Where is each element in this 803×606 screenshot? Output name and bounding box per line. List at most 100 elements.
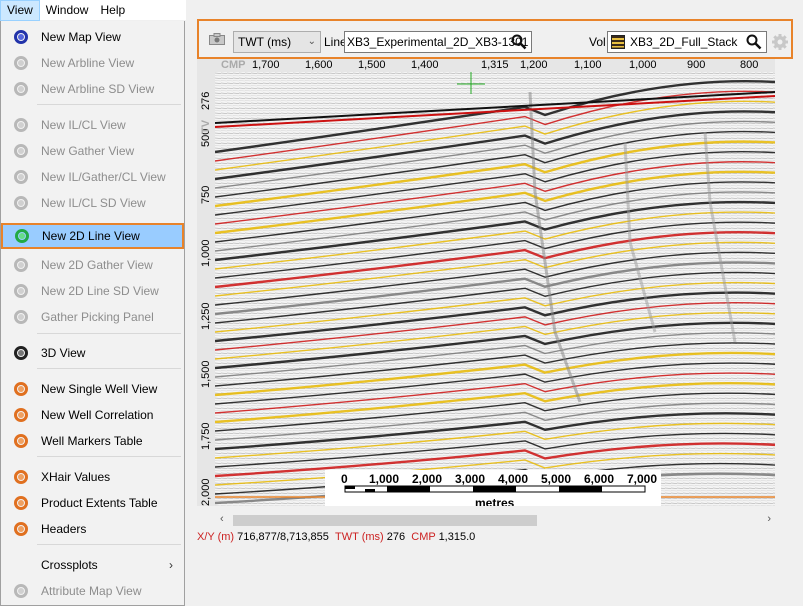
status-xy-label: X/Y (m) [197, 531, 235, 543]
chevron-right-icon: › [169, 558, 173, 572]
cmp-tick: 1,500 [358, 59, 386, 71]
vol-label: Vol [589, 35, 606, 49]
menu-item-new-ilcl-view[interactable]: New IL/CL View [2, 112, 183, 138]
menu-item-label: Crossplots [41, 558, 98, 572]
attribute-map-icon [12, 582, 30, 600]
volume-field-value: XB3_2D_Full_Stack [630, 35, 738, 49]
menu-item-new-single-well-view[interactable]: New Single Well View [2, 376, 183, 402]
menu-item-label: New IL/CL View [41, 118, 126, 132]
menu-item-label: Attribute Map View [41, 584, 142, 598]
gather-view-icon [12, 142, 30, 160]
status-twt-label: TWT (ms) [335, 531, 384, 543]
blank-icon [12, 556, 30, 574]
scroll-left-icon[interactable]: ‹ [220, 513, 224, 525]
scroll-right-icon[interactable]: › [767, 513, 771, 525]
scale-tick: 4,000 [498, 472, 529, 486]
status-bar: X/Y (m) 716,877/8,713,855 TWT (ms) 276 C… [197, 530, 793, 544]
menu-item-label: New Arbline View [41, 56, 135, 70]
cmp-tick: 1,100 [574, 59, 602, 71]
menu-item-well-markers-table[interactable]: Well Markers Table [2, 428, 183, 454]
scale-bar: 0 1,000 2,000 3,000 4,000 5,000 6,000 7,… [325, 470, 661, 506]
well-correlation-icon [12, 406, 30, 424]
well-markers-icon [12, 432, 30, 450]
il-gather-cl-view-icon [12, 168, 30, 186]
menu-view[interactable]: View [0, 0, 40, 21]
menu-item-gather-picking-panel[interactable]: Gather Picking Panel [2, 304, 183, 330]
arbline-view-icon [12, 54, 30, 72]
line-view-toolbar: TWT (ms) ⌄ Line XB3_Experimental_2D_XB3-… [197, 19, 793, 59]
menu-item-new-2d-line-sd-view[interactable]: New 2D Line SD View [2, 278, 183, 304]
menu-window[interactable]: Window [40, 0, 95, 21]
menu-item-new-il-gather-cl-view[interactable]: New IL/Gather/CL View [2, 164, 183, 190]
ilcl-sd-view-icon [12, 194, 30, 212]
line-field[interactable]: XB3_Experimental_2D_XB3-1301 [344, 31, 532, 53]
menu-item-new-ilcl-sd-view[interactable]: New IL/CL SD View [2, 190, 183, 216]
2d-line-sd-view-icon [12, 282, 30, 300]
twt-axis: 276 500 TV 750 1,000 1,250 1,500 1,750 2… [197, 72, 215, 506]
menu-item-new-2d-gather-view[interactable]: New 2D Gather View [2, 252, 183, 278]
seismic-section[interactable]: 0 1,000 2,000 3,000 4,000 5,000 6,000 7,… [215, 72, 775, 506]
arbline-sd-view-icon [12, 80, 30, 98]
menu-item-xhair-values[interactable]: XHair Values [2, 464, 183, 490]
single-well-icon [12, 380, 30, 398]
menu-item-3d-view[interactable]: 3D View [2, 340, 183, 366]
scale-tick: 2,000 [412, 472, 443, 486]
menu-item-headers[interactable]: Headers [2, 516, 183, 542]
scale-tick: 7,000 [627, 472, 658, 486]
2d-gather-view-icon [12, 256, 30, 274]
scale-tick: 1,000 [369, 472, 400, 486]
cmp-tick: 1,200 [520, 59, 548, 71]
scrollbar-thumb[interactable] [233, 515, 537, 526]
xhair-values-icon [12, 468, 30, 486]
menu-item-product-extents-table[interactable]: Product Extents Table [2, 490, 183, 516]
menu-item-label: New 2D Line SD View [41, 284, 159, 298]
domain-select-value: TWT (ms) [238, 35, 292, 49]
menu-item-new-map-view[interactable]: New Map View [2, 24, 183, 50]
cmp-axis-title: CMP [221, 59, 246, 71]
seismic-image [215, 72, 775, 506]
status-cmp-label: CMP [411, 531, 436, 543]
gear-icon[interactable] [771, 33, 789, 51]
menu-item-label: New Single Well View [41, 382, 158, 396]
menu-item-label: Headers [41, 522, 87, 536]
menu-item-label: New Well Correlation [41, 408, 154, 422]
menu-item-new-gather-view[interactable]: New Gather View [2, 138, 183, 164]
volume-field[interactable]: XB3_2D_Full_Stack [607, 31, 767, 53]
menu-item-new-arbline-sd-view[interactable]: New Arbline SD View [2, 76, 183, 102]
scale-unit: metres [475, 496, 515, 506]
menu-item-label: New Gather View [41, 144, 135, 158]
menu-separator [37, 544, 181, 545]
twt-tick: 2,000 [200, 478, 212, 506]
ilcl-view-icon [12, 116, 30, 134]
cmp-tick: 1,000 [629, 59, 657, 71]
cmp-tick-current: 1,315 [481, 59, 509, 71]
scale-tick: 5,000 [541, 472, 572, 486]
search-icon[interactable] [746, 34, 762, 50]
cmp-tick: 800 [740, 59, 759, 71]
menu-item-label: 3D View [41, 346, 86, 360]
scale-tick: 6,000 [584, 472, 615, 486]
twt-tick: 1,000 [200, 239, 212, 267]
camera-icon[interactable] [209, 33, 225, 45]
search-icon[interactable] [511, 34, 527, 50]
menu-item-crossplots[interactable]: Crossplots › [2, 552, 183, 578]
menu-item-label: New IL/Gather/CL View [41, 170, 166, 184]
status-twt-value: 276 [386, 531, 406, 543]
scale-tick: 3,000 [455, 472, 486, 486]
chevron-down-icon: ⌄ [307, 36, 316, 47]
menu-item-label: New Map View [41, 30, 121, 44]
headers-icon [12, 520, 30, 538]
menu-item-new-arbline-view[interactable]: New Arbline View [2, 50, 183, 76]
menu-item-label: XHair Values [41, 470, 111, 484]
domain-select[interactable]: TWT (ms) ⌄ [233, 31, 321, 53]
menu-item-new-2d-line-view[interactable]: New 2D Line View [1, 223, 184, 249]
menu-item-attribute-map-view[interactable]: Attribute Map View [2, 578, 183, 604]
horizontal-scrollbar[interactable]: ‹ › [215, 512, 776, 529]
menu-help[interactable]: Help [94, 0, 131, 21]
vertical-scrollbar[interactable] [776, 59, 793, 512]
menu-item-label: Well Markers Table [41, 434, 143, 448]
cmp-axis: CMP 1,700 1,600 1,500 1,400 1,315 1,200 … [197, 59, 775, 72]
menu-item-label: New 2D Line View [42, 229, 140, 243]
menu-item-new-well-correlation[interactable]: New Well Correlation [2, 402, 183, 428]
menu-separator [37, 368, 181, 369]
